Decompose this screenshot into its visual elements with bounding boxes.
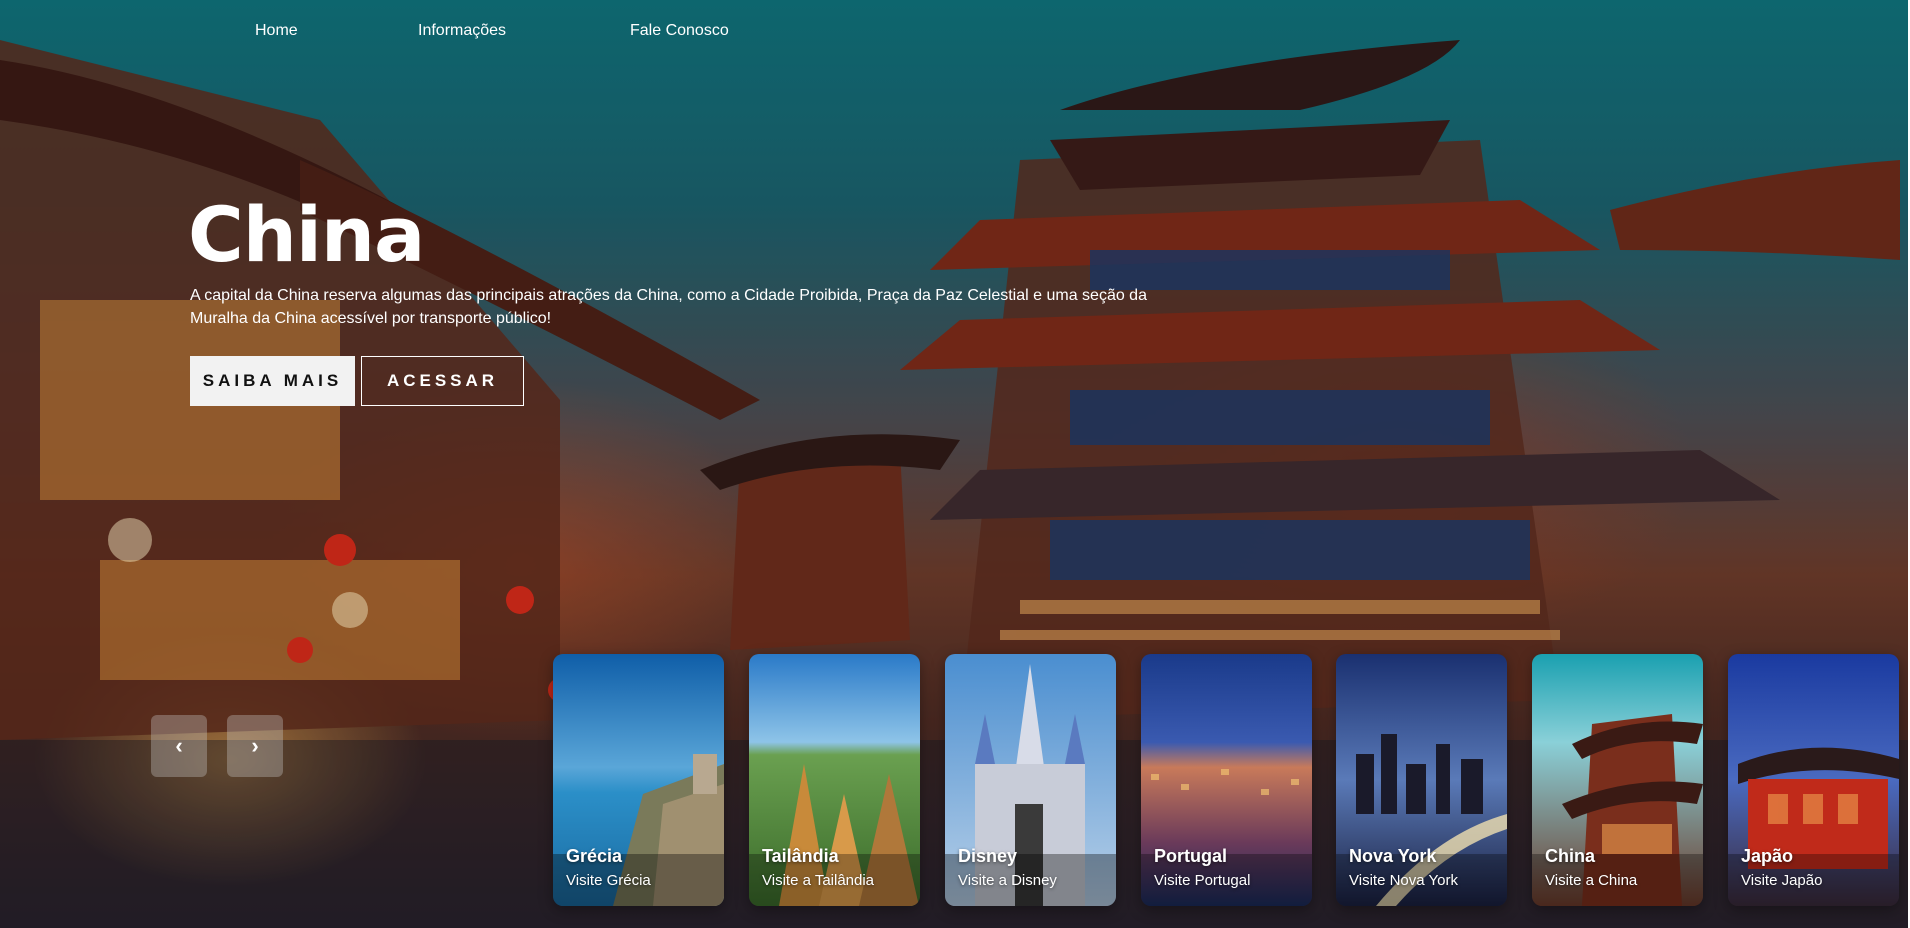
carousel-prev-button[interactable]: ‹	[151, 715, 207, 777]
acessar-button[interactable]: ACESSAR	[361, 356, 524, 406]
card-title: Grécia	[566, 846, 623, 866]
nav-home-link[interactable]: Home	[255, 22, 298, 40]
card-subtitle: Visite Grécia	[566, 872, 651, 889]
grecia-image	[553, 654, 724, 906]
card-title: Japão	[1741, 846, 1794, 866]
destination-card-portugal[interactable]: Portugal Visite Portugal	[1141, 654, 1312, 906]
destination-card-japao[interactable]: Japão Visite Japão	[1728, 654, 1899, 906]
chevron-left-icon: ‹	[175, 733, 183, 758]
card-subtitle: Visite Japão	[1741, 872, 1823, 889]
hero-description: A capital da China reserva algumas das p…	[190, 287, 1147, 327]
card-title: Disney	[958, 846, 1018, 866]
card-subtitle: Visite a China	[1545, 872, 1638, 889]
nav-informacoes-link[interactable]: Informações	[418, 22, 506, 40]
destination-card-disney[interactable]: Disney Visite a Disney	[945, 654, 1116, 906]
china-image	[1532, 654, 1703, 906]
hero-background: Home Informações Fale Conosco China A ca…	[0, 0, 1908, 928]
card-title: Nova York	[1349, 846, 1437, 866]
nova-york-image	[1336, 654, 1507, 906]
card-subtitle: Visite Nova York	[1349, 872, 1458, 889]
card-subtitle: Visite a Tailândia	[762, 872, 875, 889]
saiba-mais-button[interactable]: SAIBA MAIS	[190, 356, 355, 406]
destination-card-china[interactable]: China Visite a China	[1532, 654, 1703, 906]
japao-image	[1728, 654, 1899, 906]
card-subtitle: Visite a Disney	[958, 872, 1057, 889]
tailandia-image	[749, 654, 920, 906]
nav-fale-conosco-link[interactable]: Fale Conosco	[630, 22, 729, 40]
card-subtitle: Visite Portugal	[1154, 872, 1251, 889]
card-title: China	[1545, 846, 1596, 866]
destination-card-nova-york[interactable]: Nova York Visite Nova York	[1336, 654, 1507, 906]
carousel-next-button[interactable]: ›	[227, 715, 283, 777]
portugal-image	[1141, 654, 1312, 906]
chevron-right-icon: ›	[251, 733, 259, 758]
destination-card-grecia[interactable]: Grécia Visite Grécia	[553, 654, 724, 906]
disney-image	[945, 654, 1116, 906]
destination-card-tailandia[interactable]: Tailândia Visite a Tailândia	[749, 654, 920, 906]
hero-title: China	[188, 190, 425, 279]
card-title: Tailândia	[762, 846, 839, 866]
card-title: Portugal	[1154, 846, 1228, 866]
